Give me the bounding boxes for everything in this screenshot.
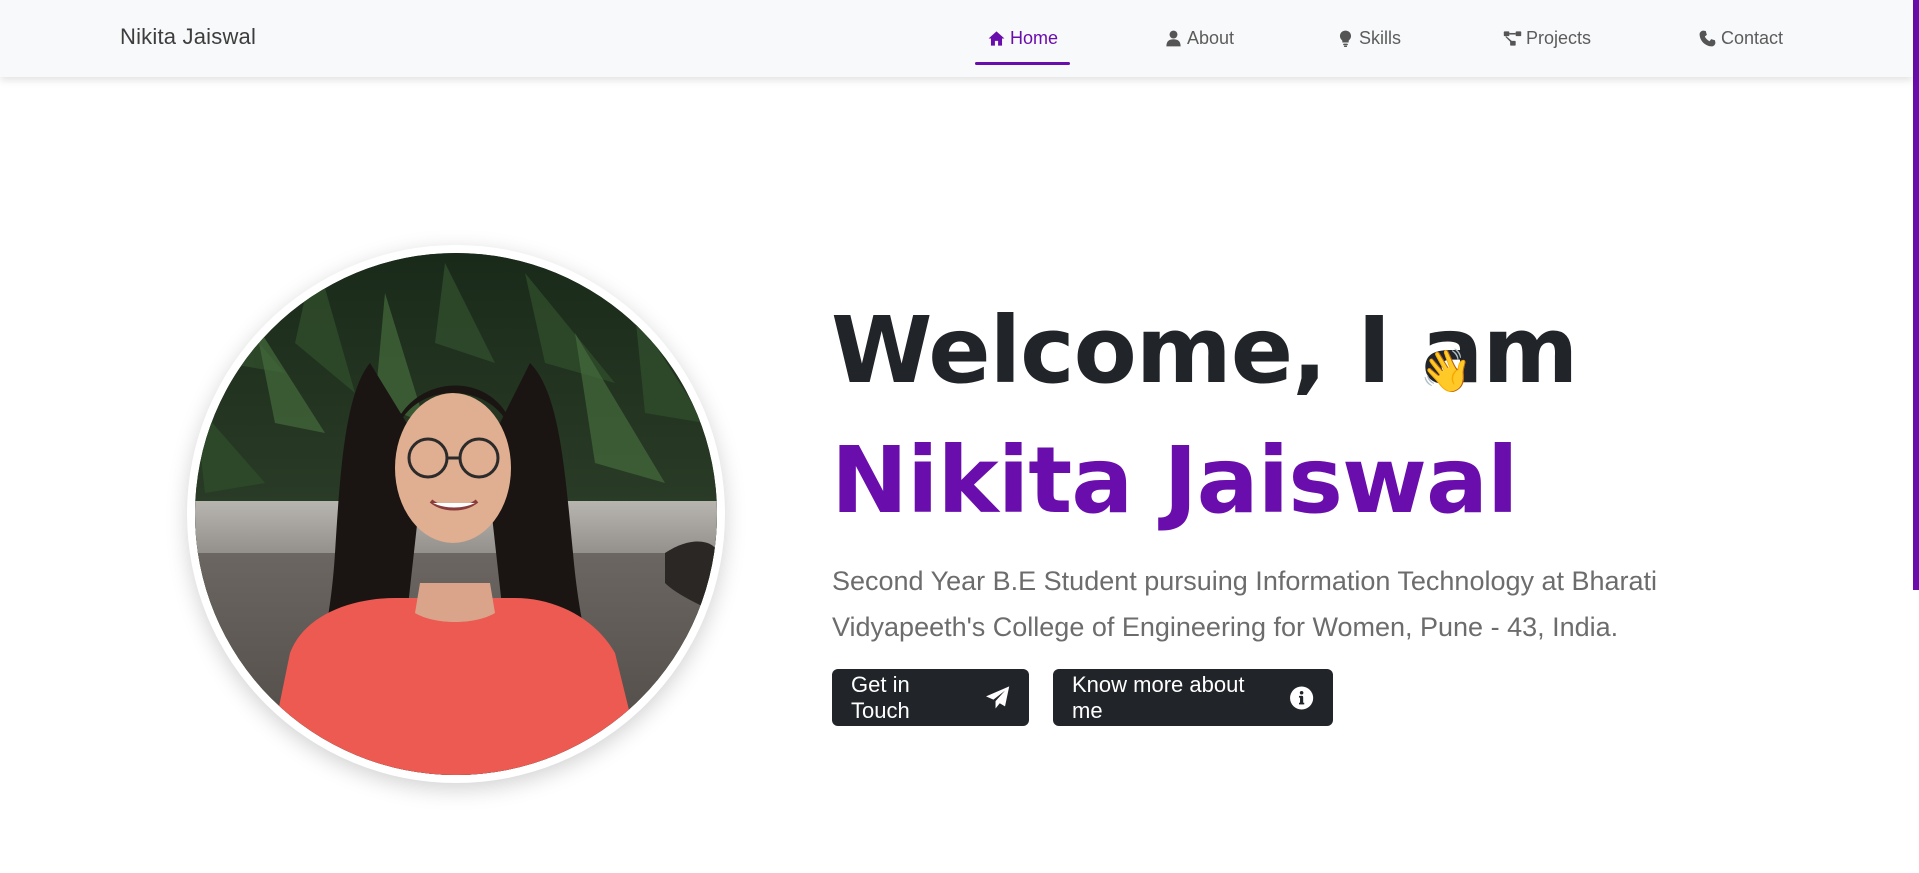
know-more-button[interactable]: Know more about me <box>1053 669 1333 726</box>
home-icon <box>988 30 1005 46</box>
get-in-touch-button[interactable]: Get in Touch <box>832 669 1029 726</box>
navbar-brand[interactable]: Nikita Jaiswal <box>120 24 256 50</box>
paper-plane-icon <box>985 685 1009 709</box>
button-label: Get in Touch <box>851 671 910 723</box>
navbar: Nikita Jaiswal Home About Skills Project… <box>0 0 1913 77</box>
nav-item-contact[interactable]: Contact <box>1698 24 1783 52</box>
nav-item-projects[interactable]: Projects <box>1503 24 1591 52</box>
profile-photo-frame <box>187 245 725 783</box>
active-nav-indicator <box>975 62 1070 65</box>
nav-item-label: Skills <box>1359 27 1402 48</box>
nav-item-label: Projects <box>1526 27 1592 48</box>
button-label: Know more about me <box>1072 671 1245 723</box>
nav-item-label: Contact <box>1721 27 1784 48</box>
nav-item-label: About <box>1187 27 1235 48</box>
name-heading: Nikita Jaiswal <box>831 427 1519 534</box>
tagline: Second Year B.E Student pursuing Informa… <box>832 566 1658 642</box>
nav-item-home[interactable]: Home <box>987 24 1058 52</box>
scroll-accent-bar <box>1913 0 1919 590</box>
profile-photo <box>195 253 717 775</box>
nav-item-label: Home <box>1010 27 1059 48</box>
waving-hand-icon: 👋 <box>1420 346 1473 395</box>
page: Nikita Jaiswal Home About Skills Project… <box>0 0 1919 873</box>
nav-item-about[interactable]: About <box>1164 24 1234 52</box>
user-icon <box>1166 30 1181 46</box>
nav-item-skills[interactable]: Skills <box>1336 24 1401 52</box>
lightbulb-icon <box>1339 30 1352 47</box>
phone-icon <box>1699 30 1716 46</box>
info-circle-icon <box>1289 685 1313 710</box>
project-diagram-icon <box>1503 30 1522 46</box>
